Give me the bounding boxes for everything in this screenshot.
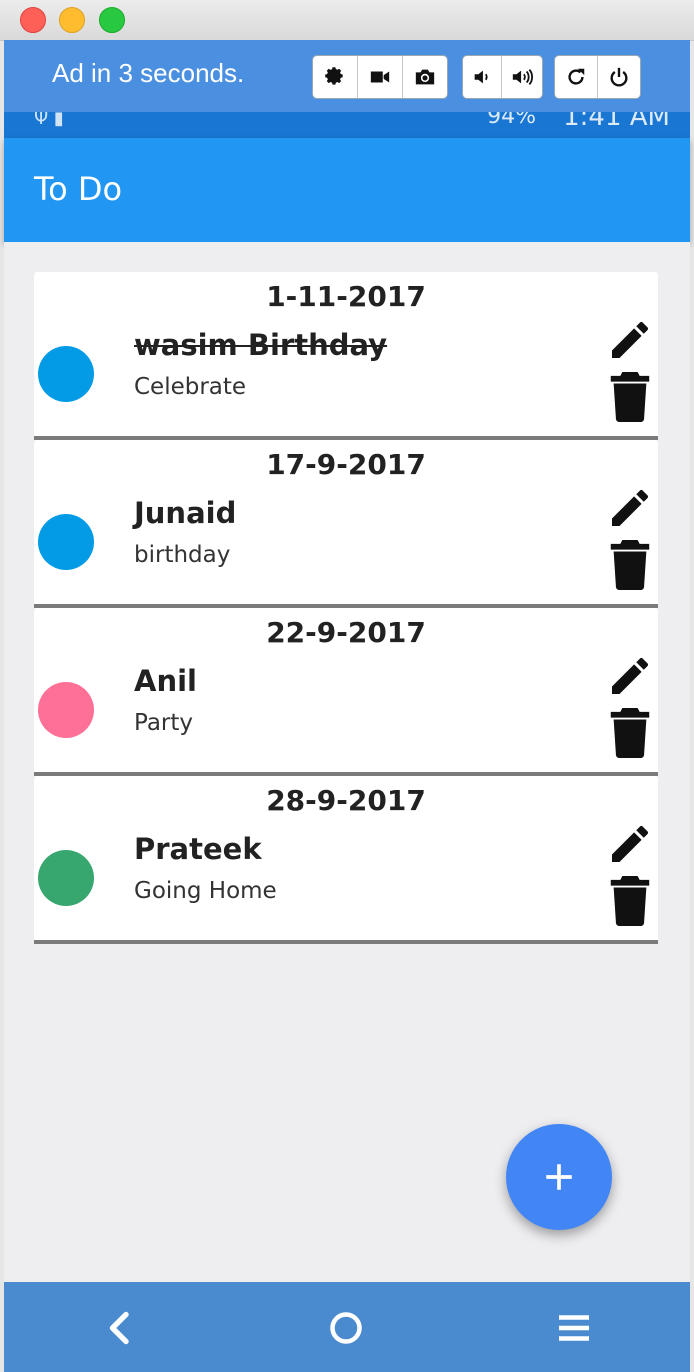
todo-description: birthday xyxy=(134,542,231,568)
pencil-icon[interactable] xyxy=(606,652,654,700)
todo-card[interactable]: 1-11-2017 wasim Birthday Celebrate xyxy=(34,272,658,440)
volume-down-icon xyxy=(474,70,488,84)
battery-level: 94% xyxy=(487,112,536,129)
power-button-group xyxy=(554,55,641,99)
trash-icon[interactable] xyxy=(610,540,650,590)
todo-card[interactable]: 17-9-2017 Junaid birthday xyxy=(34,440,658,608)
todo-color-dot xyxy=(38,346,94,402)
ad-countdown-text: Ad in 3 seconds. xyxy=(52,58,245,88)
home-icon xyxy=(330,1312,362,1344)
add-todo-button[interactable] xyxy=(506,1124,612,1230)
ad-bar: Ad in 3 seconds. xyxy=(4,40,690,112)
android-nav-bar xyxy=(4,1282,690,1372)
volume-up-button[interactable] xyxy=(502,56,542,98)
trash-icon[interactable] xyxy=(610,372,650,422)
pencil-icon[interactable] xyxy=(606,484,654,532)
power-button[interactable] xyxy=(598,56,640,98)
back-button[interactable] xyxy=(100,1308,140,1348)
window-titlebar xyxy=(0,0,694,41)
todo-color-dot xyxy=(38,514,94,570)
todo-date: 1-11-2017 xyxy=(266,280,426,313)
todo-date: 28-9-2017 xyxy=(266,784,426,817)
todo-color-dot xyxy=(38,850,94,906)
volume-down-button[interactable] xyxy=(463,56,502,98)
record-video-button[interactable] xyxy=(358,56,403,98)
todo-card[interactable]: 22-9-2017 Anil Party xyxy=(34,608,658,776)
minimize-window-button[interactable] xyxy=(59,7,85,33)
todo-date: 22-9-2017 xyxy=(266,616,426,649)
plus-icon xyxy=(546,1164,572,1190)
back-icon xyxy=(109,1311,129,1345)
app-bar: To Do xyxy=(4,138,690,242)
todo-description: Going Home xyxy=(134,878,277,904)
pencil-icon[interactable] xyxy=(606,316,654,364)
zoom-window-button[interactable] xyxy=(99,7,125,33)
settings-button[interactable] xyxy=(313,56,358,98)
usb-icon: Ψ ▮ xyxy=(34,112,64,129)
close-window-button[interactable] xyxy=(20,7,46,33)
capture-button-group xyxy=(312,55,448,99)
todo-date: 17-9-2017 xyxy=(266,448,426,481)
gear-icon xyxy=(325,67,343,85)
screenshot-button[interactable] xyxy=(403,56,447,98)
todo-color-dot xyxy=(38,682,94,738)
todo-description: Celebrate xyxy=(134,374,247,400)
todo-card[interactable]: 28-9-2017 Prateek Going Home xyxy=(34,776,658,944)
menu-button[interactable] xyxy=(554,1308,594,1348)
status-time: 1:41 AM xyxy=(563,112,670,132)
todo-title: Prateek xyxy=(134,832,262,866)
todo-title: wasim Birthday xyxy=(134,328,388,362)
home-button[interactable] xyxy=(326,1308,366,1348)
todo-description: Party xyxy=(134,710,194,736)
camera-icon xyxy=(415,69,435,85)
power-icon xyxy=(610,67,628,87)
volume-up-icon xyxy=(512,69,533,85)
todo-list: 1-11-2017 wasim Birthday Celebrate 17-9-… xyxy=(4,242,690,1282)
rotate-button[interactable] xyxy=(555,56,598,98)
volume-button-group xyxy=(462,55,543,99)
todo-title: Anil xyxy=(134,664,197,698)
rotate-icon xyxy=(568,68,585,85)
page-title: To Do xyxy=(34,170,123,208)
todo-title: Junaid xyxy=(134,496,237,530)
android-status-bar: Ψ ▮ 94% 1:41 AM xyxy=(4,112,690,138)
trash-icon[interactable] xyxy=(610,876,650,926)
pencil-icon[interactable] xyxy=(606,820,654,868)
video-camera-icon xyxy=(370,71,390,83)
trash-icon[interactable] xyxy=(610,708,650,758)
menu-icon xyxy=(559,1315,589,1341)
